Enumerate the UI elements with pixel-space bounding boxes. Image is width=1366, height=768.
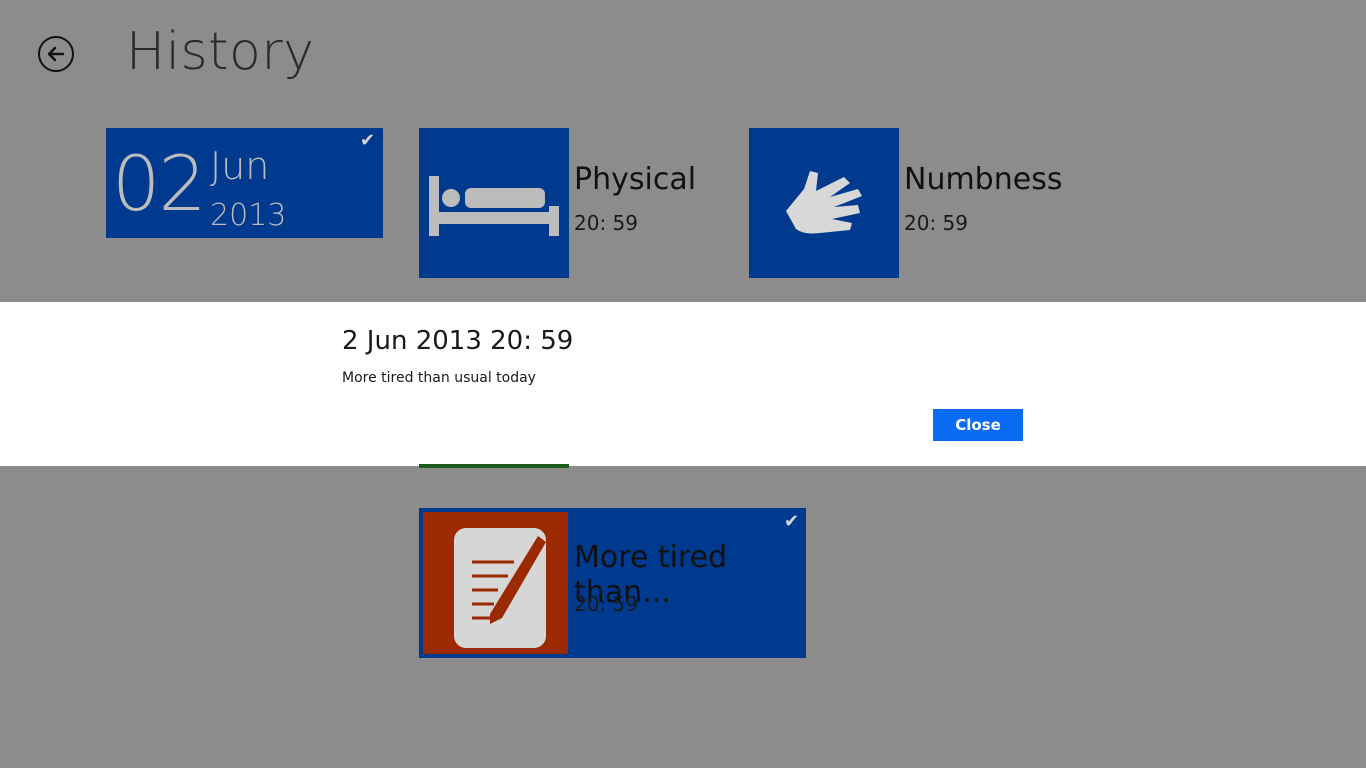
entry-time: 20: 59 bbox=[574, 211, 638, 235]
dialog-title: 2 Jun 2013 20: 59 bbox=[342, 326, 574, 356]
note-tile-icon-area bbox=[423, 512, 568, 654]
back-button[interactable] bbox=[38, 36, 74, 72]
tile-edge bbox=[419, 464, 569, 468]
entry-time: 20: 59 bbox=[904, 211, 968, 235]
entry-detail-dialog: 2 Jun 2013 20: 59 More tired than usual … bbox=[0, 302, 1366, 466]
entry-tile-note[interactable]: ✔ More tired than... 20: 59 bbox=[419, 508, 806, 658]
close-button[interactable]: Close bbox=[933, 409, 1023, 441]
bed-icon bbox=[429, 176, 559, 236]
dialog-message: More tired than usual today bbox=[342, 370, 536, 386]
check-icon: ✔ bbox=[360, 130, 376, 151]
date-day: 02 bbox=[112, 139, 207, 228]
back-arrow-icon bbox=[47, 46, 65, 62]
entry-time: 20: 59 bbox=[574, 592, 638, 616]
check-icon: ✔ bbox=[784, 511, 800, 532]
date-year: 2013 bbox=[210, 198, 287, 233]
entry-title: Numbness bbox=[904, 162, 1063, 197]
entry-title: Physical bbox=[574, 162, 697, 197]
note-pencil-icon bbox=[453, 528, 546, 648]
page-title: History bbox=[126, 22, 315, 82]
date-month: Jun bbox=[210, 144, 270, 188]
entry-tile-numbness[interactable] bbox=[749, 128, 899, 278]
date-group-tile[interactable]: 02 Jun 2013 ✔ bbox=[106, 128, 383, 238]
entry-tile-physical[interactable] bbox=[419, 128, 569, 278]
hand-icon bbox=[786, 171, 862, 234]
